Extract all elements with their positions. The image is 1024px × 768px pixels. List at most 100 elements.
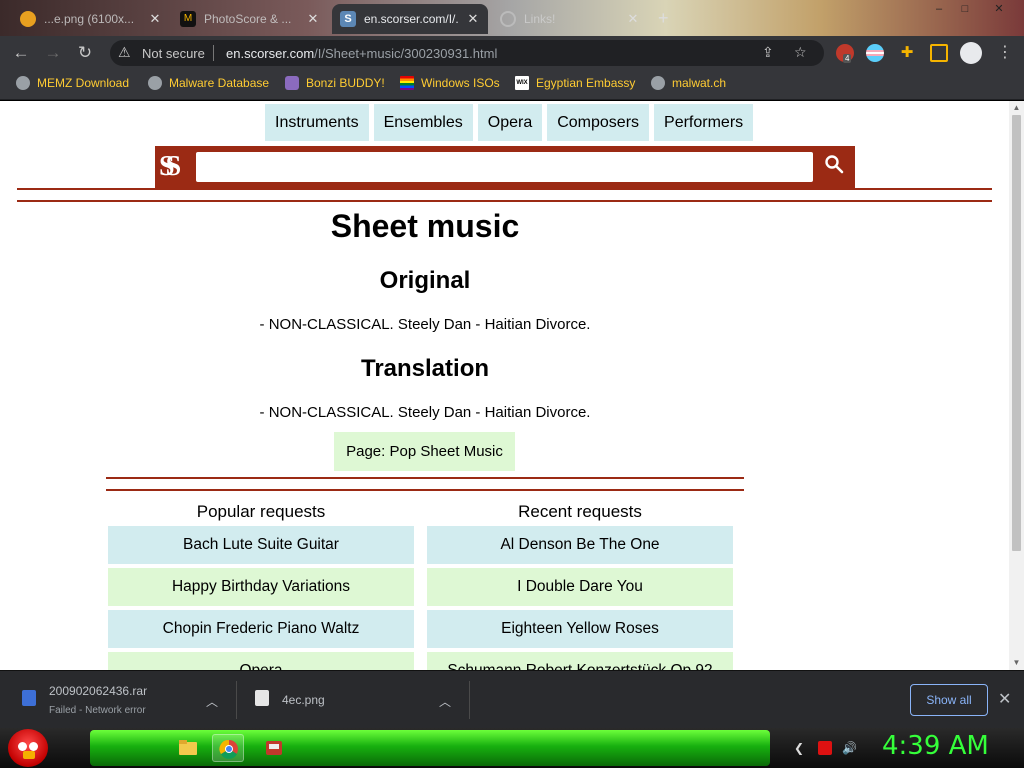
original-text: - NON-CLASSICAL. Steely Dan - Haitian Di… [259,316,591,333]
bonzi-icon [285,76,299,90]
warning-icon[interactable]: ⚠ [118,44,131,61]
rainbow-flag-icon [400,76,414,90]
start-button-angry-bird-icon[interactable] [8,729,48,767]
close-window-button[interactable]: ✕ [988,0,1010,18]
tab-image[interactable]: ...e.png (6100x... ✕ [12,4,170,34]
wix-icon: WIX [515,76,529,90]
puzzle-extensions-icon[interactable]: ✚ [898,44,916,62]
scroll-up-icon[interactable]: ▲ [1009,101,1024,115]
back-icon[interactable]: ← [10,42,32,64]
page-title: Sheet music [330,208,520,244]
recent-requests-heading: Recent requests [518,502,642,521]
scrollbar-thumb[interactable] [1012,115,1021,551]
flag-extension-icon[interactable] [866,44,884,62]
scroll-down-icon[interactable]: ▼ [1009,656,1024,670]
url-path: /I/Sheet+music/300230931.html [314,46,498,61]
tray-overflow-icon[interactable]: ❮ [792,741,806,755]
file-explorer-icon[interactable] [172,734,204,762]
globe-icon [16,76,30,90]
web-page: Instruments Ensembles Opera Composers Pe… [0,101,1009,670]
nav-composers[interactable]: Composers [547,104,650,141]
tab-close-icon[interactable]: ✕ [626,11,640,27]
bookmark-egyptian-embassy[interactable]: WIX Egyptian Embassy [515,76,635,90]
tab-label: en.scorser.com/I/... [364,12,458,26]
security-label[interactable]: Not secure [142,46,205,61]
taskbar-clock[interactable]: 4:39 AM [882,731,989,761]
show-all-downloads-button[interactable]: Show all [910,684,988,716]
chevron-up-icon[interactable]: ︿ [206,693,218,710]
search-icon[interactable] [821,154,847,180]
menu-kebab-icon[interactable]: ⋮ [996,44,1014,62]
popular-request-item[interactable]: Bach Lute Suite Guitar [108,526,414,564]
download-status: Failed - Network error [49,705,146,716]
bookmark-bonzi-buddy[interactable]: Bonzi BUDDY! [285,76,385,90]
site-search-bar: SS [155,146,855,188]
site-logo[interactable]: SS [159,150,193,184]
recent-request-item[interactable]: Schumann Robert Konzertstück Op 92 [427,652,733,670]
forward-icon[interactable]: → [42,42,64,64]
bookmark-malware-database[interactable]: Malware Database [148,76,269,90]
address-bar[interactable]: ⚠ Not secure en.scorser.com/I/Sheet+musi… [110,40,824,66]
new-tab-button[interactable]: + [658,8,669,29]
bookmark-label: malwat.ch [672,76,727,90]
minimize-button[interactable]: – [928,0,950,18]
chrome-icon[interactable] [212,734,244,762]
maximize-button[interactable]: □ [954,0,976,18]
globe-icon [651,76,665,90]
tab-links[interactable]: Links! ✕ [492,4,648,34]
download-filename: 4ec.png [282,693,325,707]
tab-label: Links! [524,12,556,26]
tab-favicon-icon: M [180,11,196,27]
media-app-icon[interactable] [258,734,290,762]
bookmark-label: Bonzi BUDDY! [306,76,385,90]
nav-opera[interactable]: Opera [477,104,543,141]
archive-file-icon [22,690,36,706]
tab-close-icon[interactable]: ✕ [466,11,480,27]
popular-request-item[interactable]: Opera [108,652,414,670]
divider-line [106,477,744,479]
translation-heading: Translation [360,355,490,382]
download-item[interactable]: 4ec.png ︿ [237,671,468,729]
extension-badge: 4 [843,54,852,63]
divider-line [106,489,744,491]
bookmark-star-icon[interactable]: ☆ [794,44,807,61]
volume-icon[interactable]: 🔊 [842,741,857,755]
divider-line [17,200,992,202]
download-filename: 200902062436.rar [49,684,148,698]
tab-close-icon[interactable]: ✕ [148,11,162,27]
bookmark-malwatch[interactable]: malwat.ch [651,76,726,90]
bird-eye-icon [29,742,38,751]
reload-icon[interactable]: ↻ [74,42,96,64]
close-downloads-bar-icon[interactable]: ✕ [998,689,1011,709]
bookmark-label: Windows ISOs [421,76,500,90]
nav-instruments[interactable]: Instruments [265,104,369,141]
page-category-link[interactable]: Page: Pop Sheet Music [334,432,515,471]
profile-avatar-icon[interactable] [960,42,982,64]
download-item[interactable]: 200902062436.rar Failed - Network error … [0,671,235,729]
tab-favicon-icon [500,11,516,27]
url-text[interactable]: en.scorser.com/I/Sheet+music/300230931.h… [226,46,497,61]
tab-photoscore[interactable]: M PhotoScore & ... ✕ [172,4,328,34]
bookmark-memz[interactable]: MEMZ Download [16,76,129,90]
tab-scorser[interactable]: S en.scorser.com/I/... ✕ [332,4,488,34]
tab-close-icon[interactable]: ✕ [306,11,320,27]
recent-request-item[interactable]: Eighteen Yellow Roses [427,610,733,648]
divider-line [17,188,992,190]
bookmark-windows-isos[interactable]: Windows ISOs [400,76,500,90]
nav-performers[interactable]: Performers [654,104,754,141]
popular-request-item[interactable]: Happy Birthday Variations [108,568,414,606]
popular-request-item[interactable]: Chopin Frederic Piano Waltz [108,610,414,648]
site-nav: Instruments Ensembles Opera Composers Pe… [265,104,754,141]
search-input[interactable] [196,152,813,182]
recent-request-item[interactable]: I Double Dare You [427,568,733,606]
bookmark-label: MEMZ Download [37,76,130,90]
bookmark-label: Malware Database [169,76,270,90]
side-panel-icon[interactable] [930,44,948,62]
chevron-up-icon[interactable]: ︿ [439,693,451,710]
nav-ensembles[interactable]: Ensembles [373,104,473,141]
recent-request-item[interactable]: Al Denson Be The One [427,526,733,564]
share-icon[interactable]: ⇪ [762,44,774,61]
tray-app-icon[interactable] [818,741,832,755]
browser-toolbar: ← → ↻ ⚠ Not secure en.scorser.com/I/Shee… [0,36,1024,69]
page-scrollbar[interactable]: ▲ ▼ [1009,101,1024,670]
